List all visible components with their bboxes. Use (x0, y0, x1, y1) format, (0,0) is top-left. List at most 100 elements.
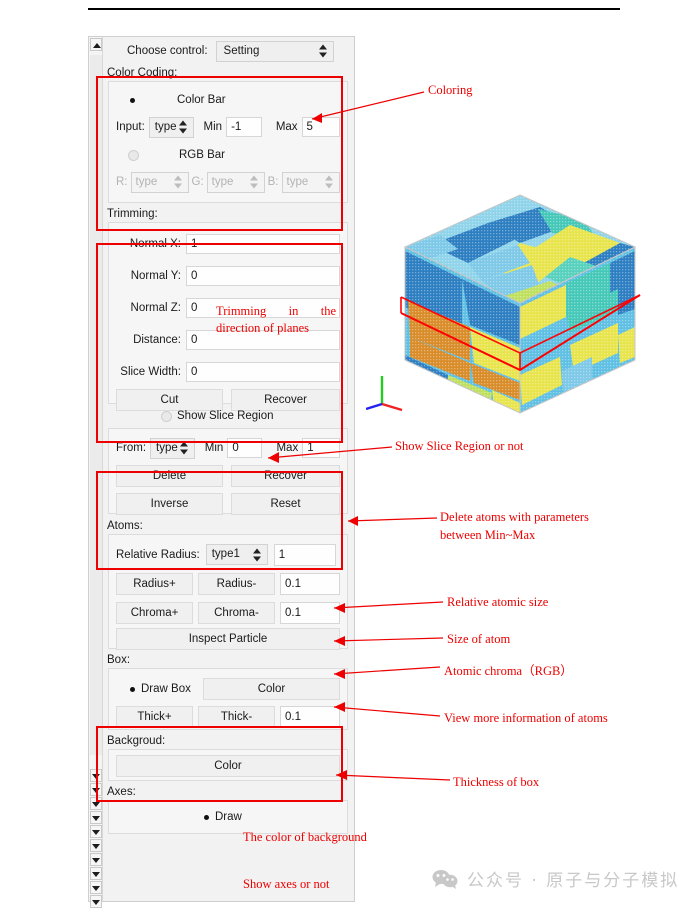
triangle-down-icon[interactable] (90, 825, 102, 838)
show-slice-region-radio[interactable] (161, 410, 172, 422)
triangle-up-icon[interactable] (90, 38, 102, 51)
render-viewport[interactable] (370, 185, 690, 425)
radius-step-row: Radius+ Radius- 0.1 (116, 569, 340, 598)
updown-arrows-icon (249, 175, 259, 189)
color-max-input[interactable]: 5 (301, 117, 340, 137)
rgb-bar-radio[interactable] (128, 149, 139, 161)
triangle-down-icon[interactable] (90, 797, 102, 810)
triangle-down-icon[interactable] (90, 769, 102, 782)
from-range-row: From: type Min 0 Max 1 (116, 434, 340, 462)
scrollbar-track[interactable] (90, 55, 102, 755)
annotation-trimming: Trimming in the direction of planes (216, 304, 336, 335)
settings-panel: Choose control: Setting Color Coding: Co… (88, 36, 355, 908)
normal-x-label: Normal X: (129, 238, 181, 250)
updown-arrows-icon (324, 175, 334, 189)
g-channel-label: G: (191, 176, 204, 188)
draw-box-label: Draw Box (141, 683, 191, 695)
choose-control-label: Choose control: (127, 45, 208, 57)
updown-arrows-icon (252, 548, 262, 561)
triangle-down-icon[interactable] (90, 867, 102, 880)
watermark-text: 公众号 · 原子与分子模拟 (467, 871, 680, 891)
background-title: Backgroud: (107, 735, 166, 747)
normal-x-input[interactable]: 1 (186, 234, 340, 254)
show-slice-region-label: Show Slice Region (177, 410, 274, 422)
background-color-button[interactable]: Color (116, 755, 340, 777)
inspect-particle-button[interactable]: Inspect Particle (116, 628, 340, 650)
triangle-down-icon[interactable] (90, 783, 102, 796)
from-type-value: type (156, 441, 178, 454)
trimming-recover-button[interactable]: Recover (231, 389, 340, 411)
screenshot-root: Choose control: Setting Color Coding: Co… (0, 0, 698, 915)
triangle-down-icon[interactable] (90, 839, 102, 852)
scrollbar-down-arrows[interactable] (89, 769, 103, 909)
radius-step-input[interactable]: 0.1 (280, 572, 340, 595)
annotation-view-more-info: View more information of atoms (444, 711, 608, 725)
color-bar-radio-selected[interactable] (130, 97, 135, 103)
draw-box-radio-selected[interactable] (130, 686, 135, 692)
annotation-size-of-atom: Size of atom (447, 632, 511, 646)
delete-min-label: Min (204, 442, 224, 454)
atoms-title: Atoms: (107, 520, 143, 532)
chroma-decrease-button[interactable]: Chroma- (198, 601, 275, 624)
delete-max-label: Max (276, 442, 299, 454)
normal-y-input[interactable]: 0 (186, 266, 340, 286)
draw-axes-row[interactable]: Draw (116, 806, 340, 828)
delete-button[interactable]: Delete (116, 465, 224, 487)
from-type-dropdown[interactable]: type (150, 437, 195, 459)
box-group: Draw Box Color Thick+ Thick- 0.1 (108, 668, 348, 730)
color-bar-option-row[interactable]: Color Bar (116, 87, 340, 113)
annotation-thickness-of-box: Thickness of box (453, 775, 540, 789)
g-channel-value: type (211, 175, 234, 188)
inverse-button[interactable]: Inverse (116, 493, 224, 515)
thickness-decrease-button[interactable]: Thick- (198, 706, 275, 728)
rgb-bar-label: RGB Bar (179, 149, 226, 161)
cut-button[interactable]: Cut (116, 389, 224, 411)
delete-min-input[interactable]: 0 (227, 438, 263, 458)
delete-max-input[interactable]: 1 (302, 438, 340, 458)
choose-control-dropdown[interactable]: Setting (215, 40, 334, 62)
normal-y-row: Normal Y: 0 (116, 260, 340, 292)
panel-scrollbar[interactable] (89, 37, 103, 908)
inspect-particle-row: Inspect Particle (116, 627, 340, 651)
r-channel-dropdown[interactable]: type (130, 171, 189, 193)
thickness-increase-button[interactable]: Thick+ (116, 706, 193, 728)
relative-radius-type-dropdown[interactable]: type1 (205, 544, 268, 565)
color-coding-group: Color Bar Input: type Min -1 Max 5 RGB B… (108, 81, 348, 203)
box-color-button[interactable]: Color (202, 678, 340, 700)
g-channel-dropdown[interactable]: type (206, 171, 265, 193)
delete-range-group: From: type Min 0 Max 1 Delete Recover In… (108, 428, 348, 515)
relative-radius-type-value: type1 (211, 548, 240, 560)
delete-recover-button[interactable]: Recover (231, 465, 340, 487)
color-min-input[interactable]: -1 (226, 117, 262, 137)
b-channel-value: type (286, 175, 309, 188)
chroma-increase-button[interactable]: Chroma+ (116, 601, 193, 624)
axes-gizmo-icon (365, 368, 406, 412)
triangle-down-icon[interactable] (90, 881, 102, 894)
atoms-group: Relative Radius: type1 1 Radius+ Radius-… (108, 534, 348, 651)
draw-box-row: Draw Box Color (116, 674, 340, 704)
draw-axes-radio-selected[interactable] (204, 814, 209, 820)
updown-arrows-icon (179, 441, 189, 455)
watermark: 公众号 · 原子与分子模拟 (432, 866, 679, 891)
color-input-dropdown[interactable]: type (148, 116, 194, 138)
triangle-down-icon[interactable] (90, 895, 102, 908)
thickness-input[interactable]: 0.1 (280, 706, 340, 728)
radius-decrease-button[interactable]: Radius- (198, 572, 275, 595)
reset-button[interactable]: Reset (231, 493, 340, 515)
rgb-bar-option-row[interactable]: RGB Bar (116, 141, 340, 169)
inverse-reset-row: Inverse Reset (116, 490, 340, 518)
rgb-channels-row: R: type G: type B: type (116, 169, 340, 195)
r-channel-label: R: (116, 176, 128, 188)
triangle-down-icon[interactable] (90, 811, 102, 824)
input-label: Input: (116, 121, 145, 133)
color-input-value: type (154, 120, 177, 133)
relative-radius-label: Relative Radius: (116, 548, 200, 561)
relative-radius-input[interactable]: 1 (273, 543, 336, 566)
max-label: Max (275, 121, 298, 133)
annotation-coloring: Coloring (428, 83, 473, 97)
triangle-down-icon[interactable] (90, 853, 102, 866)
slice-width-input[interactable]: 0 (186, 362, 340, 382)
radius-increase-button[interactable]: Radius+ (116, 572, 193, 595)
b-channel-dropdown[interactable]: type (281, 171, 340, 193)
chroma-step-input[interactable]: 0.1 (280, 601, 340, 624)
